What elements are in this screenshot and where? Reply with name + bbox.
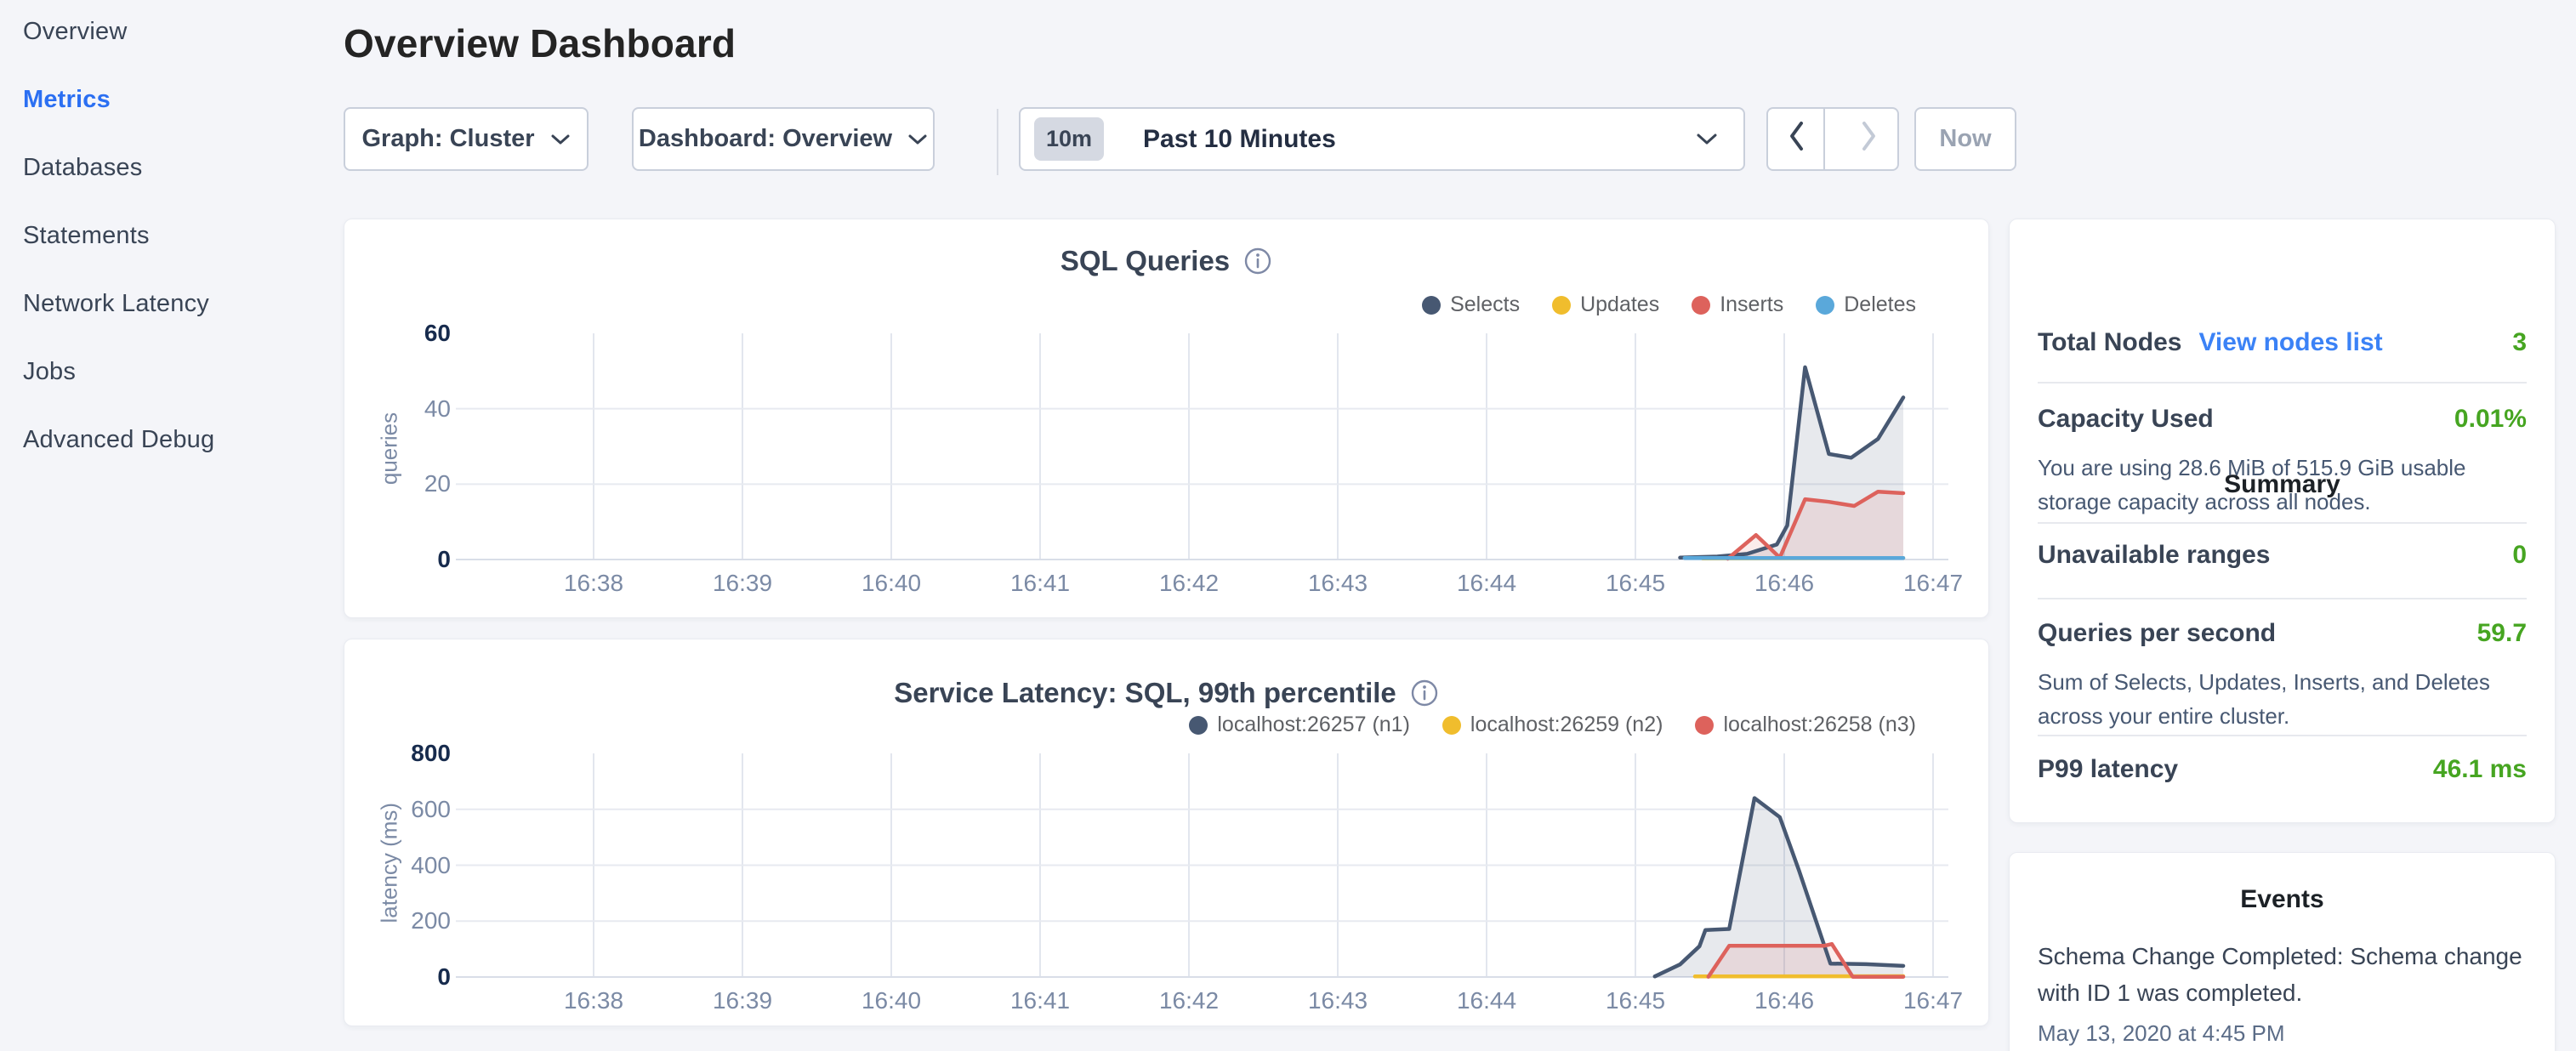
chevron-right-icon <box>1860 120 1879 159</box>
summary-stat-unavailable-ranges: Unavailable ranges 0 <box>2038 541 2527 570</box>
sidebar-item-jobs[interactable]: Jobs <box>23 353 76 390</box>
page-title: Overview Dashboard <box>344 20 736 66</box>
x-axis-tick-label: 16:40 <box>832 570 951 597</box>
view-nodes-list-link[interactable]: View nodes list <box>2198 328 2382 357</box>
now-button-label: Now <box>1939 125 1991 153</box>
summary-stat-value: 0.01% <box>2454 405 2527 434</box>
graph-scope-dropdown[interactable]: Graph: Cluster <box>344 107 589 171</box>
summary-stat-label: Total Nodes <box>2038 328 2181 357</box>
x-axis-tick-label: 16:39 <box>683 570 802 597</box>
sidebar-nav: Overview Metrics Databases Statements Networ… <box>0 0 312 1051</box>
summary-stat-head: Capacity Used 0.01% <box>2038 405 2527 434</box>
event-list-item[interactable]: Schema Change Completed: Schema change w… <box>2038 938 2527 1047</box>
chevron-down-icon <box>1696 125 1718 153</box>
summary-stat-queries-per-second: Queries per second 59.7 Sum of Selects, Up… <box>2038 619 2527 734</box>
events-panel: Events Schema Change Completed: Schema c… <box>2009 852 2556 1051</box>
summary-divider <box>2038 522 2527 524</box>
x-axis-tick-label: 16:38 <box>534 987 653 1014</box>
dashboard-dropdown-label: Dashboard: Overview <box>639 125 892 153</box>
y-axis-tick-label: 0 <box>344 963 451 991</box>
time-range-selector[interactable]: 10m Past 10 Minutes <box>1019 107 1745 171</box>
sidebar-item-databases[interactable]: Databases <box>23 149 142 186</box>
chart-plot-area[interactable] <box>344 639 1990 1027</box>
summary-stat-description: You are using 28.6 MiB of 515.9 GiB usab… <box>2038 451 2527 520</box>
now-button: Now <box>1914 107 2016 171</box>
event-text: Schema Change Completed: Schema change w… <box>2038 938 2527 1012</box>
summary-stat-head: Unavailable ranges 0 <box>2038 541 2527 570</box>
summary-stat-capacity-used: Capacity Used 0.01% You are using 28.6 MiB… <box>2038 405 2527 520</box>
summary-stat-head: Total Nodes View nodes list 3 <box>2038 328 2527 357</box>
summary-stat-value: 0 <box>2512 541 2527 570</box>
time-pager <box>1766 107 1899 171</box>
y-axis-unit-label: latency (ms) <box>377 813 403 923</box>
x-axis-tick-label: 16:47 <box>1874 987 1993 1014</box>
chevron-down-icon <box>550 125 571 153</box>
sidebar-item-statements[interactable]: Statements <box>23 217 150 254</box>
sidebar-item-overview[interactable]: Overview <box>23 13 127 50</box>
sidebar-item-metrics[interactable]: Metrics <box>23 81 111 118</box>
summary-stat-head: P99 latency 46.1 ms <box>2038 755 2527 784</box>
dashboard-dropdown[interactable]: Dashboard: Overview <box>632 107 935 171</box>
summary-stat-label: Queries per second <box>2038 619 2276 648</box>
x-axis-tick-label: 16:41 <box>981 570 1100 597</box>
x-axis-tick-label: 16:46 <box>1725 987 1844 1014</box>
y-axis-tick-label: 800 <box>344 739 451 768</box>
x-axis-tick-label: 16:47 <box>1874 570 1993 597</box>
x-axis-tick-label: 16:45 <box>1576 570 1695 597</box>
summary-panel: Summary Total NodesView nodes list3Capac… <box>2009 219 2556 823</box>
summary-divider <box>2038 735 2527 736</box>
x-axis-tick-label: 16:44 <box>1427 987 1546 1014</box>
summary-stat-p99-latency: P99 latency 46.1 ms <box>2038 755 2527 784</box>
x-axis-tick-label: 16:42 <box>1129 570 1248 597</box>
x-axis-tick-label: 16:40 <box>832 987 951 1014</box>
events-panel-title: Events <box>2010 885 2555 914</box>
toolbar-divider <box>997 109 998 175</box>
x-axis-tick-label: 16:43 <box>1278 987 1397 1014</box>
summary-stat-total-nodes: Total Nodes View nodes list 3 <box>2038 328 2527 357</box>
event-timestamp: May 13, 2020 at 4:45 PM <box>2038 1020 2527 1047</box>
summary-stat-description: Sum of Selects, Updates, Inserts, and De… <box>2038 665 2527 734</box>
y-axis-tick-label: 60 <box>344 319 451 348</box>
graph-scope-dropdown-label: Graph: Cluster <box>361 125 534 153</box>
chart-plot-area[interactable] <box>344 219 1990 619</box>
chevron-left-icon <box>1787 120 1805 159</box>
summary-divider <box>2038 382 2527 383</box>
y-axis-unit-label: queries <box>377 394 403 504</box>
summary-divider <box>2038 598 2527 599</box>
y-axis-tick-label: 0 <box>344 545 451 574</box>
sidebar-item-advanced-debug[interactable]: Advanced Debug <box>23 421 214 458</box>
summary-stat-value: 46.1 ms <box>2433 755 2527 784</box>
summary-stat-label: Capacity Used <box>2038 405 2214 434</box>
summary-stat-label: P99 latency <box>2038 755 2178 784</box>
sidebar-item-network-latency[interactable]: Network Latency <box>23 285 209 322</box>
chevron-down-icon <box>907 125 928 153</box>
x-axis-tick-label: 16:44 <box>1427 570 1546 597</box>
chart-card-sql-queries: SQL QueriesSelectsUpdatesInsertsDeletes0… <box>344 219 1989 618</box>
summary-stat-label: Unavailable ranges <box>2038 541 2270 570</box>
x-axis-tick-label: 16:41 <box>981 987 1100 1014</box>
x-axis-tick-label: 16:42 <box>1129 987 1248 1014</box>
time-back-button[interactable] <box>1768 109 1825 169</box>
summary-stat-head: Queries per second 59.7 <box>2038 619 2527 648</box>
chart-card-service-latency-sql-99th-percentile: Service Latency: SQL, 99th percentileloc… <box>344 639 1989 1026</box>
summary-stat-value: 3 <box>2512 328 2527 357</box>
x-axis-tick-label: 16:45 <box>1576 987 1695 1014</box>
summary-stat-value: 59.7 <box>2477 619 2527 648</box>
time-range-badge: 10m <box>1034 117 1104 161</box>
x-axis-tick-label: 16:46 <box>1725 570 1844 597</box>
x-axis-tick-label: 16:43 <box>1278 570 1397 597</box>
time-forward-button <box>1840 109 1897 169</box>
time-range-label: Past 10 Minutes <box>1143 125 1680 154</box>
x-axis-tick-label: 16:39 <box>683 987 802 1014</box>
x-axis-tick-label: 16:38 <box>534 570 653 597</box>
